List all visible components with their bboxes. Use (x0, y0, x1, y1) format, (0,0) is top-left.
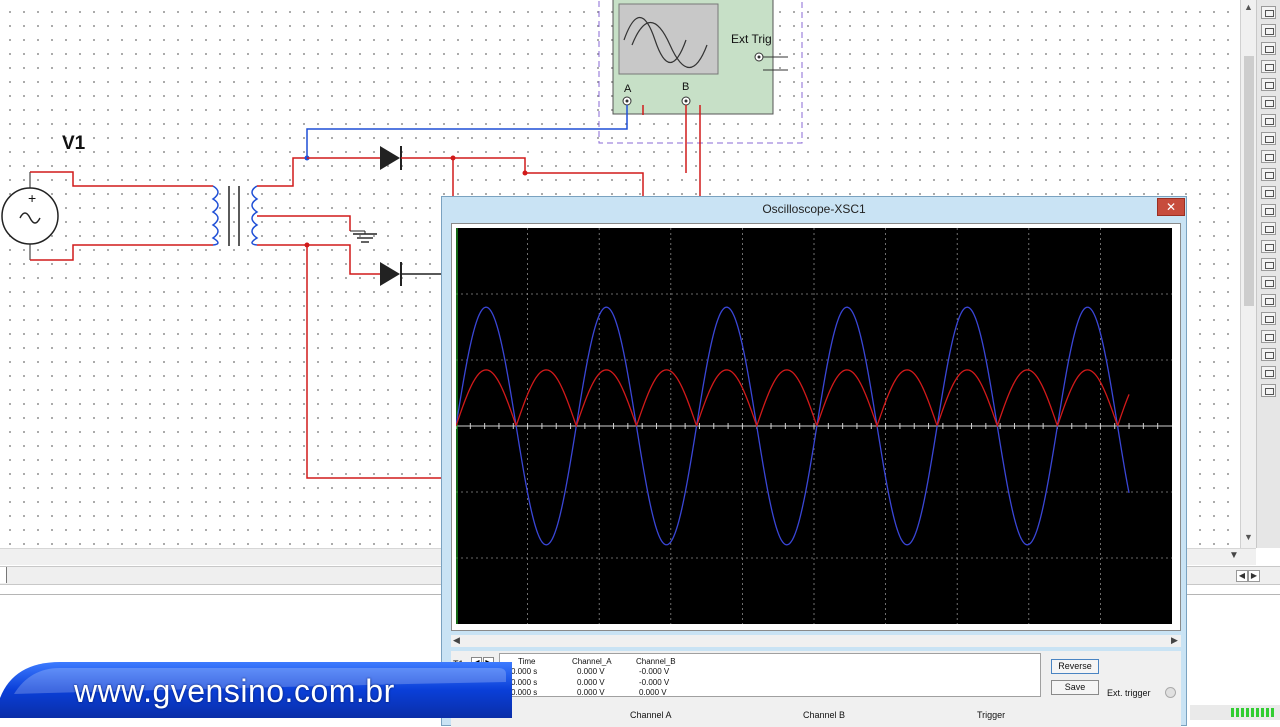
instrument-button[interactable] (1261, 168, 1276, 181)
table-cell: 0.000 V (639, 688, 667, 697)
probe-b-label: B (682, 81, 690, 93)
instrument-button[interactable] (1261, 240, 1276, 253)
scroll-down-icon[interactable]: ▼ (1244, 532, 1253, 542)
oscilloscope-screen (451, 223, 1181, 631)
table-cell: 0.000 s (511, 667, 538, 676)
tab-prev-icon[interactable]: ◀ (1236, 570, 1248, 582)
source-label-v1: V1 (62, 133, 86, 154)
diode-d1-symbol (380, 146, 400, 170)
ext-trigger-label: Ext. trigger (1107, 688, 1151, 698)
ext-trigger-terminal[interactable] (1165, 687, 1176, 698)
instrument-button[interactable] (1261, 222, 1276, 235)
instrument-button[interactable] (1261, 258, 1276, 271)
save-button[interactable]: Save (1051, 680, 1099, 695)
instrument-button[interactable] (1261, 186, 1276, 199)
readout-table: Time Channel_A Channel_B 0.000 s 0.000 V… (499, 653, 1041, 697)
window-title[interactable]: Oscilloscope-XSC1 (442, 197, 1186, 221)
plus-sign: + (28, 190, 37, 206)
group-channel-a: Channel A (630, 710, 672, 720)
col-header-channel-a: Channel_A (572, 657, 612, 666)
instruments-toolbar (1256, 0, 1280, 548)
progress-segment (1251, 708, 1254, 717)
progress-segment (1236, 708, 1239, 717)
progress-segment (1241, 708, 1244, 717)
instrument-button[interactable] (1261, 366, 1276, 379)
progress-segment (1261, 708, 1264, 717)
instrument-button[interactable] (1261, 42, 1276, 55)
instrument-button[interactable] (1261, 384, 1276, 397)
instrument-button[interactable] (1261, 204, 1276, 217)
oscilloscope-chart (456, 228, 1172, 624)
diode-d2-symbol (380, 262, 400, 286)
instrument-button[interactable] (1261, 330, 1276, 343)
table-cell: 0.000 V (577, 678, 605, 687)
instrument-button[interactable] (1261, 6, 1276, 19)
screen-scrollbar[interactable]: ◀ ▶ (451, 635, 1181, 647)
instrument-button[interactable] (1261, 312, 1276, 325)
group-channel-b: Channel B (803, 710, 846, 720)
instrument-button[interactable] (1261, 114, 1276, 127)
group-trigger: Trigger (977, 710, 1006, 720)
reverse-button[interactable]: Reverse (1051, 659, 1099, 674)
scroll-up-icon[interactable]: ▲ (1244, 2, 1253, 12)
tab-divider[interactable] (0, 567, 7, 583)
progress-segment (1231, 708, 1234, 717)
scroll-down-icon[interactable]: ▼ (1229, 550, 1239, 561)
close-button[interactable]: ✕ (1157, 198, 1185, 216)
instrument-button[interactable] (1261, 60, 1276, 73)
oscilloscope-window[interactable]: Oscilloscope-XSC1 ✕ ◀ ▶ T1 ◀ ▶ Time Chan… (441, 196, 1187, 727)
website-url: www.gvensino.com.br (74, 673, 395, 709)
scroll-right-icon[interactable]: ▶ (1171, 635, 1178, 646)
instrument-button[interactable] (1261, 276, 1276, 289)
table-cell: -0.000 V (639, 667, 670, 676)
table-cell: -0.000 V (639, 678, 670, 687)
probe-a-label: A (624, 83, 632, 95)
table-cell: 0.000 V (577, 688, 605, 697)
table-cell: 0.000 V (577, 667, 605, 676)
scroll-left-icon[interactable]: ◀ (453, 635, 460, 646)
progress-segment (1246, 708, 1249, 717)
progress-segment (1256, 708, 1259, 717)
table-cell: 0.000 s (511, 688, 538, 697)
canvas-vertical-scrollbar[interactable]: ▲ ▼ (1240, 0, 1257, 548)
instrument-button[interactable] (1261, 348, 1276, 361)
tab-next-icon[interactable]: ▶ (1248, 570, 1260, 582)
instrument-button[interactable] (1261, 294, 1276, 307)
instrument-button[interactable] (1261, 24, 1276, 37)
measurement-panel: T1 ◀ ▶ Time Channel_A Channel_B 0.000 s … (451, 651, 1181, 727)
scroll-thumb[interactable] (1244, 56, 1254, 306)
ext-trig-label: Ext Trig (731, 32, 772, 46)
instrument-button[interactable] (1261, 78, 1276, 91)
progress-segment (1271, 708, 1274, 717)
instrument-button[interactable] (1261, 150, 1276, 163)
col-header-channel-b: Channel_B (636, 657, 676, 666)
table-cell: 0.000 s (511, 678, 538, 687)
col-header-time: Time (518, 657, 536, 666)
instrument-button[interactable] (1261, 96, 1276, 109)
transformer-symbol (211, 185, 259, 246)
instrument-button[interactable] (1261, 132, 1276, 145)
progress-segment (1266, 708, 1269, 717)
